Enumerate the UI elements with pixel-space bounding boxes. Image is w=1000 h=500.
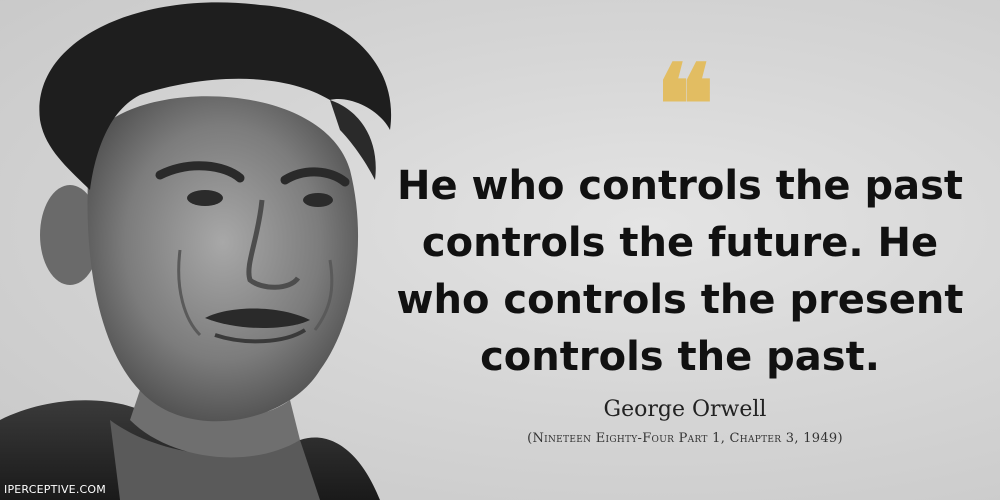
author-name: George Orwell	[603, 397, 767, 422]
quote-line: He who controls the past	[396, 163, 963, 209]
quote-source: (Nineteen Eighty-Four Part 1, Chapter 3,…	[527, 431, 843, 446]
quote-line: controls the future. He	[421, 220, 939, 266]
site-watermark: IPERCEPTIVE.COM	[4, 483, 106, 496]
quote-card: ❝ He who controls the past controls the …	[0, 0, 1000, 500]
portrait-photo	[0, 2, 392, 500]
quote-line: controls the past.	[480, 334, 880, 380]
quote-line: who controls the present	[396, 277, 964, 323]
quotation-mark-icon: ❝	[655, 40, 715, 169]
quote-text: He who controls the past controls the fu…	[370, 158, 990, 386]
